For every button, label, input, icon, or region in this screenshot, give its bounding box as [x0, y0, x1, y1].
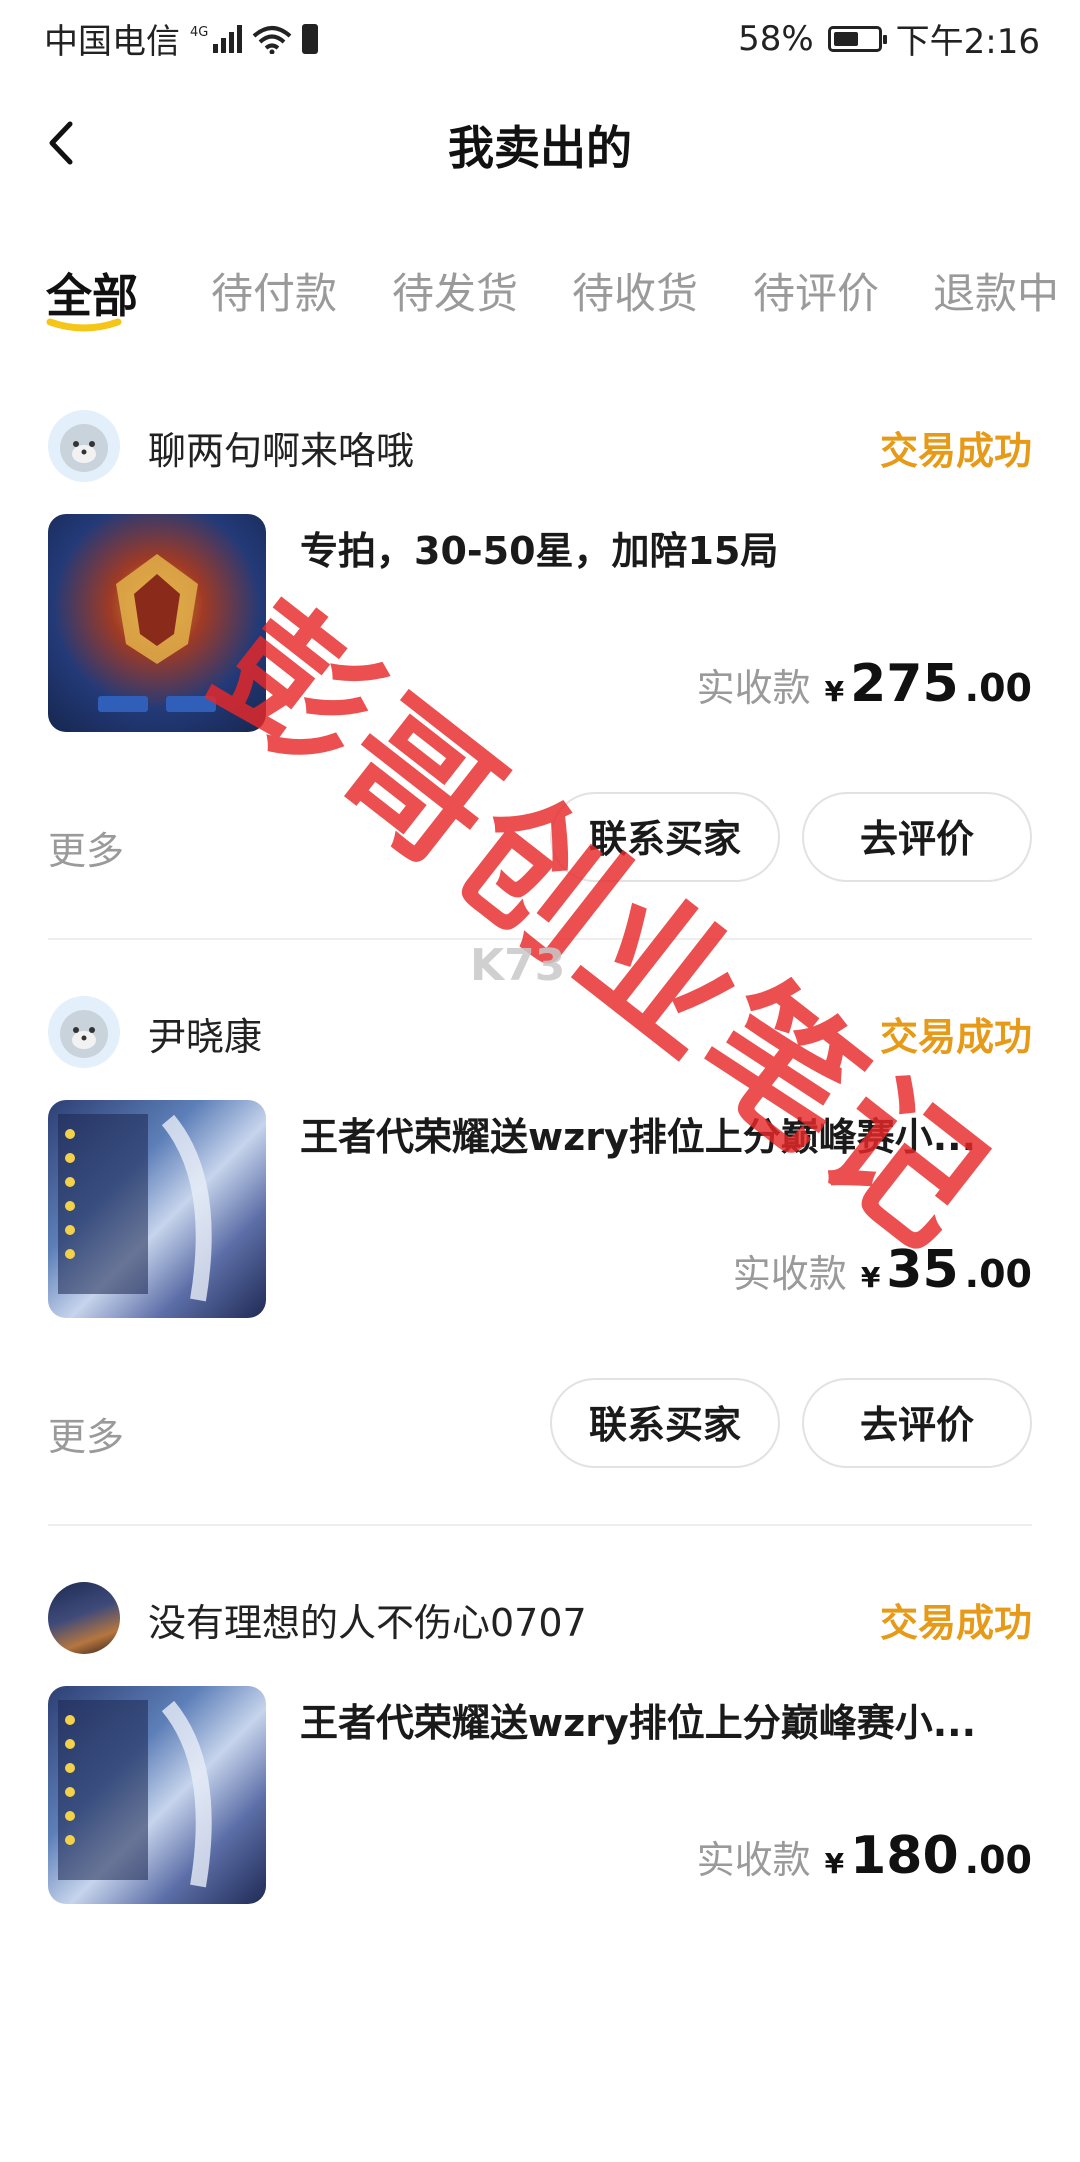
status-left: 中国电信 4G [44, 14, 319, 63]
order-card[interactable]: 没有理想的人不伤心0707 交易成功 王者代荣耀送wzry排位上分巅峰赛小...… [0, 1582, 1080, 2162]
network-type: 4G [190, 24, 209, 40]
price-amount: 180 [850, 1826, 959, 1886]
buyer-name: 尹晓康 [148, 1015, 263, 1059]
signal-icon: 4G [190, 24, 243, 53]
review-button[interactable]: 去评价 [802, 792, 1032, 882]
order-tabs: 全部 待付款 待发货 待收货 待评价 退款中 [0, 260, 1080, 350]
currency-symbol: ¥ [824, 675, 845, 708]
currency-symbol: ¥ [860, 1261, 881, 1294]
clock: 下午2:16 [895, 22, 1040, 62]
status-badge: 交易成功 [879, 429, 1032, 473]
avatar[interactable] [48, 996, 120, 1068]
wifi-icon [253, 25, 292, 54]
status-badge: 交易成功 [879, 1601, 1032, 1645]
divider [48, 1524, 1032, 1526]
currency-symbol: ¥ [824, 1847, 845, 1880]
battery-icon [827, 25, 887, 52]
tab-pending-payment[interactable]: 待付款 [211, 260, 337, 321]
review-button[interactable]: 去评价 [802, 1378, 1032, 1468]
product-title[interactable]: 专拍，30-50星，加陪15局 [300, 520, 1040, 575]
tab-indicator [46, 318, 122, 332]
order-card[interactable]: 聊两句啊来咯哦 交易成功 专拍，30-50星，加陪15局 实收款 ¥ 275 .… [0, 410, 1080, 990]
status-right: 58% 下午2:16 [738, 14, 1040, 63]
avatar[interactable] [48, 1582, 120, 1654]
order-card[interactable]: 尹晓康 交易成功 王者代荣耀送wzry排位上分巅峰赛小... 实收款 ¥ 35 … [0, 996, 1080, 1576]
more-link[interactable]: 更多 [48, 1406, 124, 1461]
price-label: 实收款 [696, 666, 811, 710]
tab-pending-shipment[interactable]: 待发货 [392, 260, 518, 321]
price-label: 实收款 [696, 1838, 811, 1882]
price-decimal: .00 [964, 1838, 1032, 1882]
tab-refunding[interactable]: 退款中 [933, 260, 1059, 321]
status-badge: 交易成功 [879, 1015, 1032, 1059]
contact-buyer-button[interactable]: 联系买家 [550, 792, 780, 882]
product-title[interactable]: 王者代荣耀送wzry排位上分巅峰赛小... [300, 1106, 1040, 1161]
tab-all[interactable]: 全部 [46, 260, 138, 326]
price: 实收款 ¥ 35 .00 [733, 1240, 1032, 1300]
divider [48, 938, 1032, 940]
price: 实收款 ¥ 275 .00 [697, 654, 1032, 714]
buyer-name: 没有理想的人不伤心0707 [148, 1601, 587, 1645]
avatar[interactable] [48, 410, 120, 482]
product-thumbnail[interactable] [48, 1686, 266, 1904]
carrier-label: 中国电信 [44, 22, 180, 62]
price-label: 实收款 [732, 1252, 847, 1296]
price: 实收款 ¥ 180 .00 [697, 1826, 1032, 1886]
sim-icon [302, 23, 319, 54]
tab-pending-receipt[interactable]: 待收货 [572, 260, 698, 321]
buyer-name: 聊两句啊来咯哦 [148, 429, 415, 473]
product-thumbnail[interactable] [48, 1100, 266, 1318]
product-thumbnail[interactable] [48, 514, 266, 732]
product-title[interactable]: 王者代荣耀送wzry排位上分巅峰赛小... [300, 1692, 1040, 1747]
price-amount: 35 [886, 1240, 959, 1300]
tab-pending-review[interactable]: 待评价 [753, 260, 879, 321]
status-bar: 中国电信 4G 58% 下午2:16 [0, 0, 1080, 76]
contact-buyer-button[interactable]: 联系买家 [550, 1378, 780, 1468]
nav-bar: 我卖出的 [0, 90, 1080, 200]
price-decimal: .00 [964, 1252, 1032, 1296]
price-amount: 275 [850, 654, 959, 714]
more-link[interactable]: 更多 [48, 820, 124, 875]
page-title: 我卖出的 [448, 121, 632, 175]
battery-percent: 58% [738, 18, 814, 59]
price-decimal: .00 [964, 666, 1032, 710]
